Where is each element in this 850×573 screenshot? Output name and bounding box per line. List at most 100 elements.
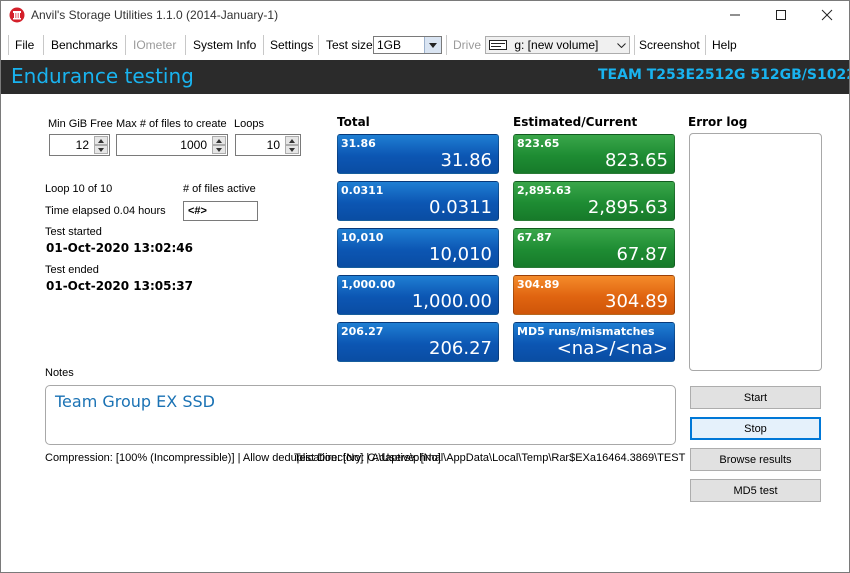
maximize-button[interactable] <box>758 0 804 30</box>
chevron-down-icon <box>424 37 441 53</box>
error-log-header: Error log <box>688 115 748 129</box>
tile-big-value: 206.27 <box>429 338 492 359</box>
arrow-down-icon <box>216 147 222 152</box>
maximize-icon <box>776 10 786 20</box>
menu-iometer[interactable]: IOmeter <box>133 38 176 52</box>
menu-separator <box>446 35 447 55</box>
estimated-tile: 67.87 67.87 <box>513 228 675 268</box>
md5-label: MD5 runs/mismatches <box>517 325 655 338</box>
tile-small-value: 10,010 <box>341 231 384 244</box>
loops-value: 10 <box>266 138 280 152</box>
menu-help[interactable]: Help <box>712 38 737 52</box>
test-started-label: Test started <box>45 226 102 238</box>
menu-screenshot[interactable]: Screenshot <box>639 38 700 52</box>
spin-down-button[interactable] <box>285 145 299 154</box>
minimize-icon <box>730 14 740 16</box>
close-button[interactable] <box>804 0 850 30</box>
test-ended-value: 01-Oct-2020 13:05:37 <box>46 279 193 293</box>
menu-separator <box>634 35 635 55</box>
files-active-field[interactable]: <#> <box>183 201 258 221</box>
arrow-down-icon <box>289 147 295 152</box>
tile-big-value: 67.87 <box>616 244 668 265</box>
close-icon <box>821 9 833 21</box>
estimated-tile: 304.89 304.89 <box>513 275 675 315</box>
tile-small-value: 0.0311 <box>341 184 384 197</box>
chevron-down-icon <box>613 37 629 53</box>
arrow-up-icon <box>289 138 295 143</box>
loop-status: Loop 10 of 10 <box>45 183 113 195</box>
min-gib-free-label: Min GiB Free <box>48 118 113 130</box>
max-files-value: 1000 <box>180 138 207 152</box>
estimated-tile: 2,895.63 2,895.63 <box>513 181 675 221</box>
menu-system-info[interactable]: System Info <box>193 38 256 52</box>
spin-up-button[interactable] <box>285 136 299 145</box>
arrow-up-icon <box>216 138 222 143</box>
test-ended-label: Test ended <box>45 264 99 276</box>
page-title: Endurance testing <box>11 64 194 88</box>
drive-value: g: [new volume] <box>514 38 599 52</box>
md5-test-button[interactable]: MD5 test <box>690 479 821 502</box>
app-icon <box>9 7 25 23</box>
menu-separator <box>263 35 264 55</box>
total-tile: 0.0311 0.0311 <box>337 181 499 221</box>
total-tile: 10,010 10,010 <box>337 228 499 268</box>
min-gib-free-value: 12 <box>75 138 89 152</box>
menu-separator <box>43 35 44 55</box>
arrow-up-icon <box>98 138 104 143</box>
total-tile: 206.27 206.27 <box>337 322 499 362</box>
tile-small-value: 206.27 <box>341 325 384 338</box>
tile-big-value: 10,010 <box>429 244 492 265</box>
tile-big-value: 1,000.00 <box>411 291 492 312</box>
minimize-button[interactable] <box>712 0 758 30</box>
tile-big-value: 0.0311 <box>429 197 492 218</box>
loops-stepper[interactable]: 10 <box>235 134 301 156</box>
menu-separator <box>8 35 9 55</box>
test-started-value: 01-Oct-2020 13:02:46 <box>46 241 193 255</box>
tile-small-value: 67.87 <box>517 231 552 244</box>
min-gib-free-stepper[interactable]: 12 <box>49 134 110 156</box>
tile-small-value: 31.86 <box>341 137 376 150</box>
total-tile: 1,000.00 1,000.00 <box>337 275 499 315</box>
tile-small-value: 823.65 <box>517 137 560 150</box>
arrow-down-icon <box>98 147 104 152</box>
drive-label: Drive <box>453 38 482 52</box>
drive-model: TEAM T253E2512G 512GB/S1022A0 <box>598 67 850 83</box>
time-elapsed: Time elapsed 0.04 hours <box>45 205 166 217</box>
menu-separator <box>705 35 706 55</box>
menu-separator <box>185 35 186 55</box>
menu-separator <box>125 35 126 55</box>
notes-label: Notes <box>45 367 74 379</box>
test-size-select[interactable]: 1GB <box>373 36 442 54</box>
estimated-tile: 823.65 823.65 <box>513 134 675 174</box>
tile-big-value: 2,895.63 <box>587 197 668 218</box>
test-size-label: Test size <box>326 38 373 52</box>
menu-benchmarks[interactable]: Benchmarks <box>51 38 118 52</box>
menu-separator <box>318 35 319 55</box>
window-title: Anvil's Storage Utilities 1.1.0 (2014-Ja… <box>31 8 279 22</box>
max-files-label: Max # of files to create <box>116 118 227 130</box>
test-directory-status: Test Directory: C:\Users\phmal\AppData\L… <box>294 452 686 464</box>
md5-tile: MD5 runs/mismatches <na>/<na> <box>513 322 675 362</box>
md5-value: <na>/<na> <box>556 338 668 359</box>
tile-big-value: 823.65 <box>605 150 668 171</box>
stop-button[interactable]: Stop <box>690 417 821 440</box>
files-active-label: # of files active <box>183 183 256 195</box>
error-log-box[interactable] <box>689 133 822 371</box>
total-tile: 31.86 31.86 <box>337 134 499 174</box>
menu-settings[interactable]: Settings <box>270 38 313 52</box>
max-files-stepper[interactable]: 1000 <box>116 134 228 156</box>
drive-select[interactable]: g: [new volume] <box>485 36 630 54</box>
spin-down-button[interactable] <box>94 145 108 154</box>
browse-results-button[interactable]: Browse results <box>690 448 821 471</box>
loops-label: Loops <box>234 118 264 130</box>
tile-small-value: 304.89 <box>517 278 560 291</box>
tile-small-value: 1,000.00 <box>341 278 396 291</box>
spin-up-button[interactable] <box>212 136 226 145</box>
tile-big-value: 304.89 <box>605 291 668 312</box>
drive-icon <box>489 38 507 54</box>
estimated-current-header: Estimated/Current <box>513 115 638 129</box>
start-button[interactable]: Start <box>690 386 821 409</box>
spin-up-button[interactable] <box>94 136 108 145</box>
menu-file[interactable]: File <box>15 38 34 52</box>
spin-down-button[interactable] <box>212 145 226 154</box>
